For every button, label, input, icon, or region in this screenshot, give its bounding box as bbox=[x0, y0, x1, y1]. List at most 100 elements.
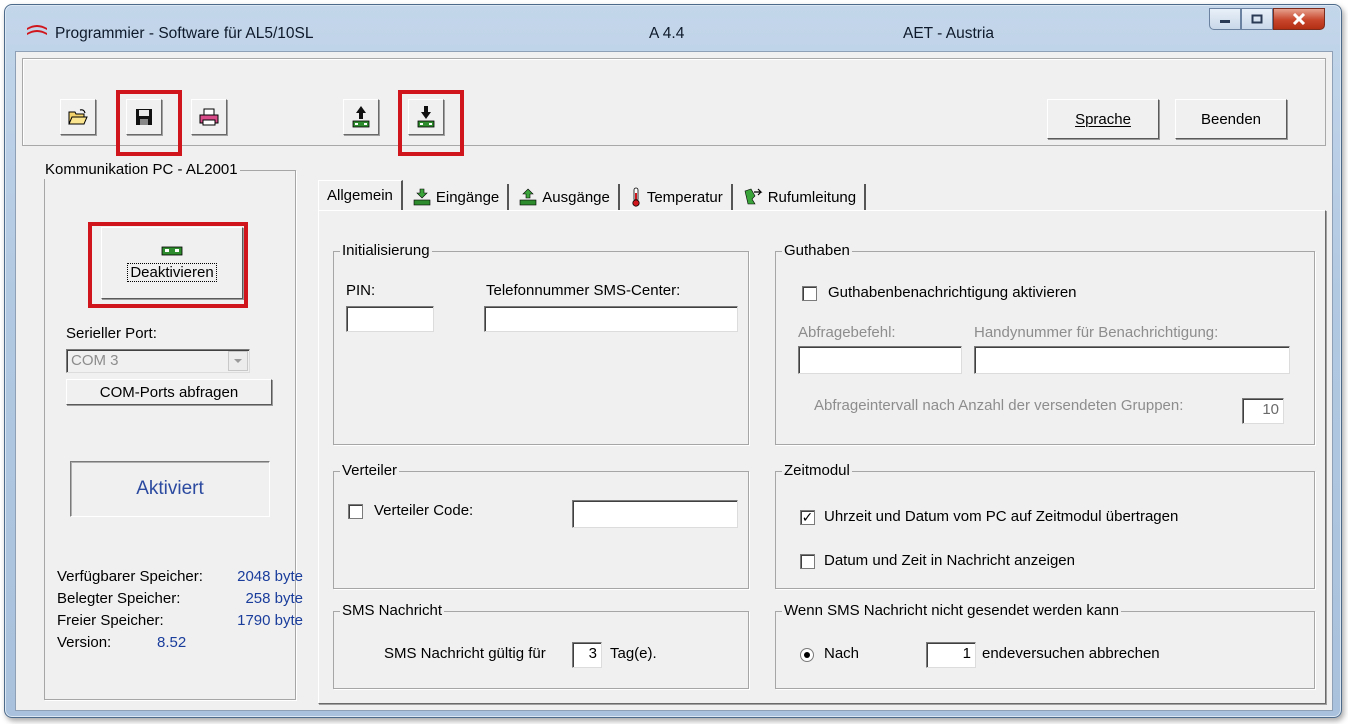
guthaben-notify-label: Guthabenbenachrichtigung aktivieren bbox=[828, 284, 1077, 301]
status-text: Aktiviert bbox=[136, 478, 204, 499]
tab-ausgaenge[interactable]: Ausgänge bbox=[511, 184, 620, 210]
deactivate-highlight bbox=[88, 222, 248, 308]
window-vendor: AET - Austria bbox=[903, 25, 995, 42]
open-folder-icon bbox=[68, 109, 88, 125]
close-icon bbox=[1292, 13, 1306, 25]
window-version: A 4.4 bbox=[649, 25, 685, 42]
verteiler-code-label: Verteiler Code: bbox=[374, 502, 474, 519]
query-command-input[interactable] bbox=[798, 346, 962, 374]
tab-allgemein[interactable]: Allgemein bbox=[318, 180, 403, 210]
verteiler-group: Verteiler Verteiler Code: bbox=[333, 462, 749, 589]
sms-center-label: Telefonnummer SMS-Center: bbox=[486, 282, 681, 299]
sms-valid-label: SMS Nachricht gültig für bbox=[384, 645, 546, 662]
query-command-label: Abfragebefehl: bbox=[798, 324, 896, 341]
language-button[interactable]: Sprache bbox=[1047, 99, 1159, 139]
print-button[interactable] bbox=[191, 99, 227, 135]
verteiler-code-checkbox[interactable] bbox=[348, 504, 363, 519]
sms-group: SMS Nachricht SMS Nachricht gültig für 3… bbox=[333, 602, 749, 689]
send-fail-count-input[interactable]: 1 bbox=[926, 642, 976, 668]
status-display: Aktiviert bbox=[70, 461, 270, 517]
initialisierung-title: Initialisierung bbox=[340, 242, 432, 260]
version-label: Version: bbox=[57, 634, 112, 651]
tab-temperatur[interactable]: Temperatur bbox=[622, 184, 733, 210]
sms-center-input[interactable] bbox=[484, 306, 738, 332]
tab-rufumleitung-label: Rufumleitung bbox=[767, 188, 857, 206]
zeitmodul-transfer-checkbox[interactable]: ✓ bbox=[800, 510, 815, 525]
zeitmodul-title: Zeitmodul bbox=[782, 462, 852, 480]
verteiler-code-input[interactable] bbox=[572, 500, 738, 528]
dropdown-arrow[interactable] bbox=[228, 351, 248, 371]
serial-port-value: COM 3 bbox=[71, 352, 119, 369]
tab-rufumleitung[interactable]: Rufumleitung bbox=[735, 184, 867, 210]
zeitmodul-show-checkbox[interactable] bbox=[800, 554, 815, 569]
guthaben-title: Guthaben bbox=[782, 242, 852, 260]
serial-port-select[interactable]: COM 3 bbox=[66, 349, 250, 373]
version-value: 8.52 bbox=[157, 634, 187, 651]
app-logo-icon bbox=[27, 25, 47, 35]
minimize-button[interactable] bbox=[1209, 8, 1241, 30]
tab-allgemein-label: Allgemein bbox=[327, 187, 393, 204]
maximize-icon bbox=[1251, 14, 1263, 24]
close-button[interactable] bbox=[1273, 8, 1325, 30]
memory-available-value: 2048 byte bbox=[237, 568, 303, 585]
download-highlight bbox=[398, 90, 464, 156]
memory-used-label: Belegter Speicher: bbox=[57, 590, 181, 607]
call-forward-icon bbox=[744, 188, 763, 205]
communication-title: Kommunikation PC - AL2001 bbox=[43, 161, 240, 179]
memory-used-value: 258 byte bbox=[245, 590, 303, 607]
toolbar: Sprache Beenden bbox=[22, 58, 1326, 146]
title-bar[interactable]: Programmier - Software für AL5/10SL A 4.… bbox=[5, 5, 1341, 51]
app-window: Programmier - Software für AL5/10SL A 4.… bbox=[4, 4, 1342, 718]
sms-valid-input[interactable]: 3 bbox=[572, 642, 602, 668]
tab-ausgaenge-label: Ausgänge bbox=[542, 188, 610, 206]
guthaben-notify-checkbox[interactable] bbox=[802, 286, 817, 301]
notify-phone-input[interactable] bbox=[974, 346, 1290, 374]
input-module-icon bbox=[413, 188, 431, 206]
memory-free-value: 1790 byte bbox=[237, 612, 303, 629]
output-module-icon bbox=[519, 188, 537, 206]
tab-eingaenge[interactable]: Eingänge bbox=[405, 184, 510, 210]
window-title: Programmier - Software für AL5/10SL bbox=[55, 25, 314, 42]
send-fail-after-label: Nach bbox=[824, 645, 860, 662]
language-button-label: Sprache bbox=[1075, 110, 1131, 128]
tab-eingaenge-label: Eingänge bbox=[435, 188, 500, 206]
query-ports-label: COM-Ports abfragen bbox=[99, 383, 239, 401]
exit-button-label: Beenden bbox=[1200, 110, 1262, 128]
notify-phone-label: Handynummer für Benachrichtigung: bbox=[974, 324, 1219, 341]
exit-button[interactable]: Beenden bbox=[1175, 99, 1287, 139]
zeitmodul-show-label: Datum und Zeit in Nachricht anzeigen bbox=[824, 552, 1075, 569]
guthaben-group: Guthaben Guthabenbenachrichtigung aktivi… bbox=[775, 242, 1315, 445]
zeitmodul-transfer-label: Uhrzeit und Datum vom PC auf Zeitmodul ü… bbox=[824, 508, 1179, 525]
initialisierung-group: Initialisierung PIN: Telefonnummer SMS-C… bbox=[333, 242, 749, 445]
window-controls bbox=[1209, 8, 1325, 30]
upload-to-module-icon bbox=[352, 106, 370, 128]
serial-port-label: Serieller Port: bbox=[66, 325, 157, 342]
open-button[interactable] bbox=[60, 99, 96, 135]
send-fail-suffix: endeversuchen abbrechen bbox=[982, 645, 1160, 662]
memory-free-label: Freier Speicher: bbox=[57, 612, 164, 629]
send-fail-radio[interactable] bbox=[800, 648, 814, 662]
tab-temperatur-label: Temperatur bbox=[646, 188, 723, 206]
tab-page-allgemein: Initialisierung PIN: Telefonnummer SMS-C… bbox=[318, 210, 1326, 704]
minimize-icon bbox=[1220, 20, 1230, 23]
verteiler-title: Verteiler bbox=[340, 462, 400, 480]
send-fail-group: Wenn SMS Nachricht nicht gesendet werden… bbox=[775, 602, 1315, 689]
query-interval-input[interactable]: 10 bbox=[1242, 398, 1284, 424]
memory-available-label: Verfügbarer Speicher: bbox=[57, 568, 203, 585]
query-ports-button[interactable]: COM-Ports abfragen bbox=[66, 379, 272, 405]
query-interval-label: Abfrageintervall nach Anzahl der versend… bbox=[814, 397, 1184, 414]
maximize-button[interactable] bbox=[1241, 8, 1273, 30]
pin-label: PIN: bbox=[346, 282, 376, 299]
printer-icon bbox=[199, 108, 219, 126]
zeitmodul-group: Zeitmodul ✓ Uhrzeit und Datum vom PC auf… bbox=[775, 462, 1315, 589]
client-area: Sprache Beenden Kommunikation PC - AL200… bbox=[15, 51, 1333, 711]
chevron-down-icon bbox=[234, 359, 242, 363]
tab-strip: Allgemein Eingänge Ausgänge Temperatur R… bbox=[318, 180, 868, 210]
upload-button[interactable] bbox=[343, 99, 379, 135]
sms-title: SMS Nachricht bbox=[340, 602, 445, 620]
pin-input[interactable] bbox=[346, 306, 434, 332]
save-highlight bbox=[116, 90, 182, 156]
sms-valid-unit: Tag(e). bbox=[610, 645, 657, 662]
send-fail-title: Wenn SMS Nachricht nicht gesendet werden… bbox=[782, 602, 1121, 620]
thermometer-icon bbox=[632, 187, 640, 207]
